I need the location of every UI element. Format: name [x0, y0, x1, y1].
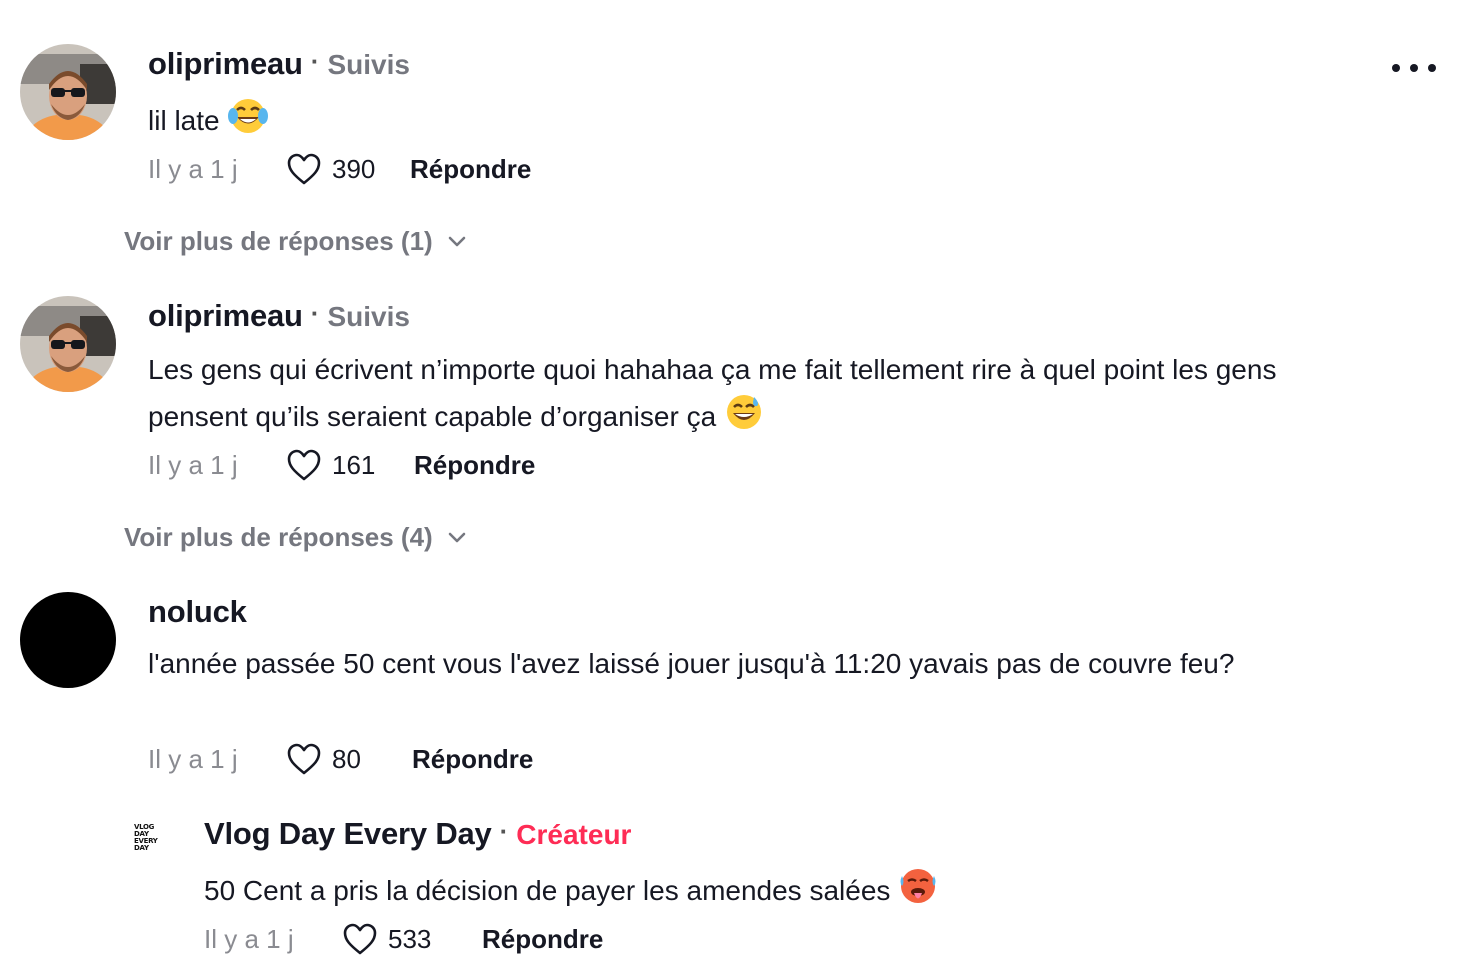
avatar-logo-line: DAY — [134, 844, 149, 852]
like-button[interactable]: 533 — [342, 922, 470, 956]
comment-text: Les gens qui écrivent n’importe quoi hah… — [148, 348, 1378, 445]
chevron-down-icon — [448, 236, 466, 246]
like-count: 390 — [332, 153, 376, 184]
view-more-replies-button[interactable]: Voir plus de réponses (1) — [124, 226, 467, 257]
view-more-replies-label: Voir plus de réponses (4) — [124, 522, 433, 552]
face-with-tears-of-joy-icon — [227, 96, 268, 149]
like-button[interactable]: 161 — [286, 448, 402, 482]
like-button[interactable]: 390 — [286, 152, 414, 186]
timestamp: Il y a 1 j — [148, 449, 238, 480]
timestamp: Il y a 1 j — [148, 153, 238, 184]
timestamp: Il y a 1 j — [204, 923, 294, 954]
like-count: 533 — [388, 923, 432, 954]
separator-dot: · — [310, 46, 320, 76]
avatar[interactable] — [20, 296, 116, 392]
avatar[interactable] — [20, 44, 116, 140]
following-badge: Suivis — [327, 49, 410, 80]
like-count: 80 — [332, 743, 361, 774]
grinning-face-with-sweat-icon — [724, 392, 764, 445]
username[interactable]: oliprimeau — [148, 46, 303, 82]
heart-outline-icon — [287, 153, 321, 185]
chevron-down-icon — [448, 532, 466, 542]
heart-outline-icon — [287, 449, 321, 481]
reply-button[interactable]: Répondre — [412, 744, 533, 775]
like-count: 161 — [332, 449, 376, 480]
view-more-replies-button[interactable]: Voir plus de réponses (4) — [124, 522, 467, 553]
separator-dot: · — [499, 816, 509, 846]
heart-outline-icon — [287, 743, 321, 775]
heart-outline-icon — [343, 923, 377, 955]
hot-face-icon — [898, 866, 938, 919]
view-more-replies-label: Voir plus de réponses (1) — [124, 226, 433, 256]
username[interactable]: noluck — [148, 594, 247, 630]
reply-button[interactable]: Répondre — [482, 924, 603, 955]
timestamp: Il y a 1 j — [148, 743, 238, 774]
avatar[interactable] — [20, 592, 116, 688]
separator-dot: · — [310, 298, 320, 328]
comment-body: lil late — [148, 105, 220, 136]
reply-button[interactable]: Répondre — [414, 450, 535, 481]
comment-text: l'année passée 50 cent vous l'avez laiss… — [148, 648, 1235, 679]
creator-avatar[interactable]: VLOG DAY EVERY DAY — [134, 824, 174, 864]
comment-body: Les gens qui écrivent n’importe quoi hah… — [148, 354, 1277, 432]
comment-text: 50 Cent a pris la décision de payer les … — [204, 866, 1434, 919]
username[interactable]: Vlog Day Every Day — [204, 816, 492, 852]
username[interactable]: oliprimeau — [148, 298, 303, 334]
comment-body: 50 Cent a pris la décision de payer les … — [204, 875, 891, 906]
comment-text: lil late — [148, 96, 1378, 149]
reply-button[interactable]: Répondre — [410, 154, 531, 185]
creator-badge: Créateur — [516, 819, 632, 850]
more-options-icon[interactable] — [1392, 56, 1436, 80]
like-button[interactable]: 80 — [286, 742, 400, 776]
following-badge: Suivis — [327, 301, 410, 332]
